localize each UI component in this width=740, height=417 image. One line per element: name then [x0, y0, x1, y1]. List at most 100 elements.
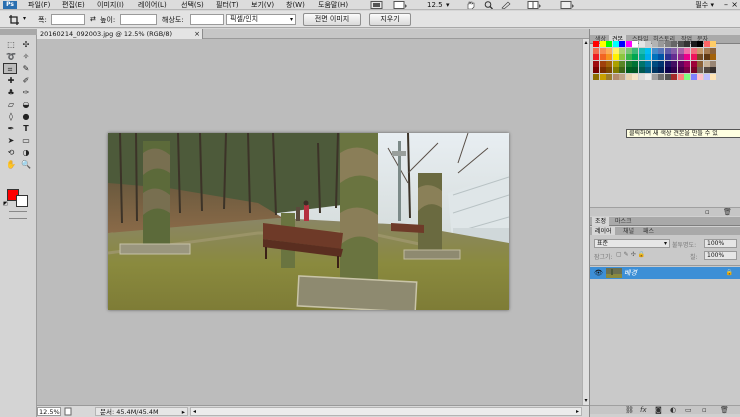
color-swatch[interactable]	[606, 54, 612, 60]
clone-stamp-tool-icon[interactable]: ♣	[4, 87, 18, 98]
opacity-field[interactable]: 100%	[704, 239, 737, 248]
color-swatch[interactable]	[697, 47, 703, 54]
color-swatch[interactable]	[710, 67, 716, 73]
document-close-icon[interactable]: ×	[194, 29, 200, 39]
color-swatch[interactable]	[671, 67, 677, 73]
color-swatch[interactable]	[619, 67, 625, 73]
color-swatch[interactable]	[593, 41, 599, 47]
horizontal-scrollbar[interactable]: ◂ ▸	[190, 407, 582, 416]
color-swatch[interactable]	[612, 54, 619, 60]
color-swatch[interactable]	[593, 47, 599, 54]
color-swatch[interactable]	[593, 67, 599, 73]
color-swatch[interactable]	[599, 67, 606, 73]
color-swatch[interactable]	[684, 54, 690, 60]
color-swatch[interactable]	[606, 41, 612, 47]
layer-name[interactable]: 배경	[624, 268, 637, 278]
color-swatch[interactable]	[619, 41, 625, 47]
color-swatch[interactable]	[651, 54, 658, 60]
marquee-tool-icon[interactable]: ⬚	[4, 39, 18, 50]
color-swatch[interactable]	[690, 73, 697, 80]
color-swatch[interactable]	[593, 54, 599, 60]
lock-icons[interactable]: ▢✎✣🔒	[616, 251, 647, 258]
clear-button[interactable]: 지우기	[369, 13, 411, 26]
color-swatch[interactable]	[671, 60, 677, 67]
color-swatch[interactable]	[703, 73, 710, 80]
path-selection-tool-icon[interactable]: ➤	[4, 135, 18, 146]
color-swatch[interactable]	[697, 60, 703, 67]
color-swatch[interactable]	[671, 47, 677, 54]
crop-tool-preset-icon[interactable]	[9, 15, 21, 25]
quick-mask-icon[interactable]	[9, 211, 27, 219]
color-swatch[interactable]	[671, 54, 677, 60]
color-swatch[interactable]	[658, 60, 664, 67]
color-swatch[interactable]	[625, 73, 632, 80]
zoom-field[interactable]: 12.5%	[37, 407, 61, 416]
color-swatch[interactable]	[606, 47, 612, 54]
color-swatch[interactable]	[677, 41, 684, 47]
color-swatch[interactable]	[651, 67, 658, 73]
color-swatch[interactable]	[645, 47, 651, 54]
color-swatch[interactable]	[612, 60, 619, 67]
zoom-dropdown-arrow[interactable]: ▾	[446, 0, 450, 10]
screen-mode-icon[interactable]	[393, 1, 407, 9]
color-swatch[interactable]	[664, 54, 671, 60]
crop-tool-icon[interactable]: ⌗	[3, 63, 17, 74]
color-swatch[interactable]	[638, 41, 645, 47]
color-swatch[interactable]	[703, 47, 710, 54]
color-swatch[interactable]	[677, 60, 684, 67]
color-swatch[interactable]	[632, 60, 638, 67]
close-app-button[interactable]: ×	[731, 0, 738, 10]
lasso-tool-icon[interactable]: ➰	[4, 51, 18, 62]
blur-tool-icon[interactable]: ◊	[4, 111, 18, 122]
dodge-tool-icon[interactable]: ●	[19, 111, 33, 122]
color-swatch[interactable]	[658, 73, 664, 80]
menu-view[interactable]: 보기(V)	[251, 0, 274, 10]
color-swatch[interactable]	[599, 47, 606, 54]
menu-file[interactable]: 파일(F)	[28, 0, 50, 10]
hand-icon[interactable]	[466, 1, 475, 9]
color-swatch[interactable]	[593, 73, 599, 80]
pen-tool-icon[interactable]: ✒	[4, 123, 18, 134]
color-swatch[interactable]	[690, 41, 697, 47]
brush-tool-icon[interactable]: ✐	[19, 75, 33, 86]
color-swatch[interactable]	[684, 60, 690, 67]
tab-adjustments[interactable]: 조정	[592, 217, 610, 226]
color-swatch[interactable]	[703, 54, 710, 60]
color-swatch[interactable]	[697, 73, 703, 80]
swap-dimensions-icon[interactable]: ⇄	[90, 15, 96, 23]
menu-image[interactable]: 이미지(I)	[97, 0, 124, 10]
color-swatch[interactable]	[658, 41, 664, 47]
color-swatch[interactable]	[658, 67, 664, 73]
color-swatch[interactable]	[677, 54, 684, 60]
menu-edit[interactable]: 편집(E)	[62, 0, 85, 10]
color-swatch[interactable]	[664, 67, 671, 73]
color-swatch[interactable]	[677, 67, 684, 73]
tool-preset-arrow[interactable]: ▾	[23, 15, 26, 22]
color-swatch[interactable]	[710, 41, 716, 47]
color-swatch[interactable]	[625, 47, 632, 54]
color-swatch[interactable]	[677, 47, 684, 54]
default-colors-icon[interactable]: ◩	[3, 202, 8, 207]
new-layer-icon[interactable]: ▫	[702, 406, 707, 415]
color-swatch[interactable]	[593, 60, 599, 67]
color-swatch[interactable]	[625, 41, 632, 47]
color-swatch[interactable]	[677, 73, 684, 80]
color-swatch[interactable]	[690, 47, 697, 54]
color-swatch[interactable]	[632, 67, 638, 73]
color-swatch[interactable]	[703, 60, 710, 67]
color-swatch[interactable]	[710, 54, 716, 60]
zoom-level-menu[interactable]: 12.5	[427, 0, 443, 10]
color-swatch[interactable]	[703, 41, 710, 47]
blend-mode-select[interactable]: 표준 ▾	[594, 239, 670, 248]
color-swatch[interactable]	[619, 73, 625, 80]
color-swatch[interactable]	[697, 67, 703, 73]
color-swatch[interactable]	[684, 41, 690, 47]
link-layers-icon[interactable]: ⛓	[625, 406, 634, 415]
document-tab[interactable]: 20160214_092003.jpg @ 12.5% (RGB/8) ×	[37, 29, 203, 39]
color-swatch[interactable]	[684, 73, 690, 80]
background-color-swatch[interactable]	[16, 195, 28, 207]
color-swatch[interactable]	[612, 41, 619, 47]
eyedropper-tool-icon[interactable]: ✎	[19, 63, 33, 74]
color-swatch[interactable]	[625, 54, 632, 60]
color-swatch[interactable]	[606, 60, 612, 67]
